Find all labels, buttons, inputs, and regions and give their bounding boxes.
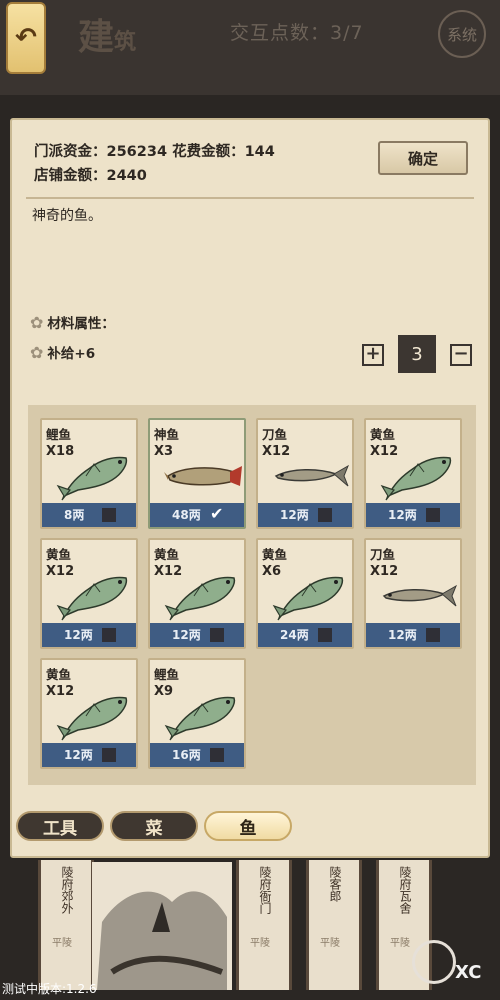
price-bar (42, 503, 136, 527)
building-name: 陵客郎 (328, 866, 342, 902)
building-name: 陵府瓦舍 (398, 866, 412, 914)
item-description: 神奇的鱼。 (32, 208, 102, 224)
funds-info: 门派资金：256234 花费金额：144 店铺金额：2440 (34, 140, 275, 188)
item-count: X6 (262, 564, 282, 579)
star-icon: ✿ (30, 312, 44, 332)
item-count: X12 (262, 444, 291, 459)
item-count: X12 (370, 444, 399, 459)
tool-label: XC (455, 962, 482, 983)
attribute-value: ✿ 补给+6 (30, 342, 96, 363)
item-card[interactable]: 鲤鱼 X18 8两 (40, 418, 138, 529)
building-rank: 平陵 (320, 938, 340, 949)
item-name: 黄鱼 (370, 427, 396, 442)
refresh-icon[interactable] (412, 940, 456, 984)
item-price: 8两 (64, 508, 85, 522)
item-price: 12两 (172, 628, 201, 642)
tab-dishes[interactable]: 菜 (110, 811, 198, 841)
item-count: X12 (46, 684, 75, 699)
fish-icon (164, 446, 242, 502)
version-label: 测试中版本:1.2.6 (2, 982, 97, 996)
checkbox[interactable] (318, 508, 332, 522)
item-card[interactable]: 黄鱼 X12 12两 (40, 658, 138, 769)
fish-icon (164, 686, 242, 742)
quantity-minus-button[interactable]: − (450, 344, 472, 366)
item-count: X12 (46, 564, 75, 579)
checkbox[interactable] (426, 628, 440, 642)
item-count: X12 (154, 564, 183, 579)
checkbox[interactable] (102, 508, 116, 522)
item-count: X3 (154, 444, 174, 459)
item-price: 24两 (280, 628, 309, 642)
item-count: X9 (154, 684, 174, 699)
tab-fish[interactable]: 鱼 (204, 811, 292, 841)
landscape-painting (92, 862, 232, 990)
item-name: 刀鱼 (370, 547, 396, 562)
interaction-points: 交互点数：3/7 (230, 22, 364, 44)
building-rank: 平陵 (390, 938, 410, 949)
checkbox[interactable] (210, 628, 224, 642)
system-button[interactable]: 系统 (438, 10, 486, 58)
item-name: 黄鱼 (262, 547, 288, 562)
item-card[interactable]: 神鱼 X3 48两 ✔ (148, 418, 246, 529)
item-count: X18 (46, 444, 75, 459)
item-name: 神鱼 (154, 427, 180, 442)
star-icon: ✿ (30, 342, 44, 362)
attribute-title: ✿ 材料属性： (30, 312, 115, 333)
item-price: 12两 (280, 508, 309, 522)
item-price: 48两 (172, 508, 201, 522)
tab-tools[interactable]: 工具 (16, 811, 104, 841)
item-name: 刀鱼 (262, 427, 288, 442)
confirm-button[interactable]: 确定 (378, 141, 468, 175)
item-price: 12两 (388, 508, 417, 522)
quantity-value: 3 (398, 335, 436, 373)
checkbox[interactable] (102, 748, 116, 762)
page-title: 建筑 (78, 16, 137, 58)
item-price: 12两 (64, 748, 93, 762)
item-card[interactable]: 黄鱼 X12 12两 (40, 538, 138, 649)
top-bar (0, 0, 500, 95)
shop-amount-line: 店铺金额：2440 (34, 168, 147, 184)
quantity-plus-button[interactable]: + (362, 344, 384, 366)
item-name: 黄鱼 (46, 667, 72, 682)
item-card[interactable]: 刀鱼 X12 12两 (256, 418, 354, 529)
item-name: 鲤鱼 (154, 667, 180, 682)
checkbox[interactable] (210, 748, 224, 762)
item-price: 16两 (172, 748, 201, 762)
item-name: 黄鱼 (154, 547, 180, 562)
back-arrow-icon: ↶ (15, 23, 37, 53)
item-count: X12 (370, 564, 399, 579)
back-button[interactable]: ↶ (6, 2, 46, 74)
item-card[interactable]: 鲤鱼 X9 16两 (148, 658, 246, 769)
item-name: 鲤鱼 (46, 427, 72, 442)
checkbox[interactable] (318, 628, 332, 642)
fish-icon (272, 566, 350, 622)
checkbox[interactable] (102, 628, 116, 642)
item-card[interactable]: 刀鱼 X12 12两 (364, 538, 462, 649)
item-card[interactable]: 黄鱼 X12 12两 (364, 418, 462, 529)
item-name: 黄鱼 (46, 547, 72, 562)
building-rank: 平陵 (52, 938, 72, 949)
building-rank: 平陵 (250, 938, 270, 949)
item-price: 12两 (64, 628, 93, 642)
building-name: 陵府衙门 (258, 866, 272, 914)
funds-line: 门派资金：256234 花费金额：144 (34, 144, 275, 160)
item-card[interactable]: 黄鱼 X6 24两 (256, 538, 354, 649)
building-name: 陵府郊外 (60, 866, 74, 914)
checkbox[interactable] (426, 508, 440, 522)
item-card[interactable]: 黄鱼 X12 12两 (148, 538, 246, 649)
checkmark-icon[interactable]: ✔ (210, 506, 224, 522)
item-price: 12两 (388, 628, 417, 642)
divider (26, 197, 474, 199)
